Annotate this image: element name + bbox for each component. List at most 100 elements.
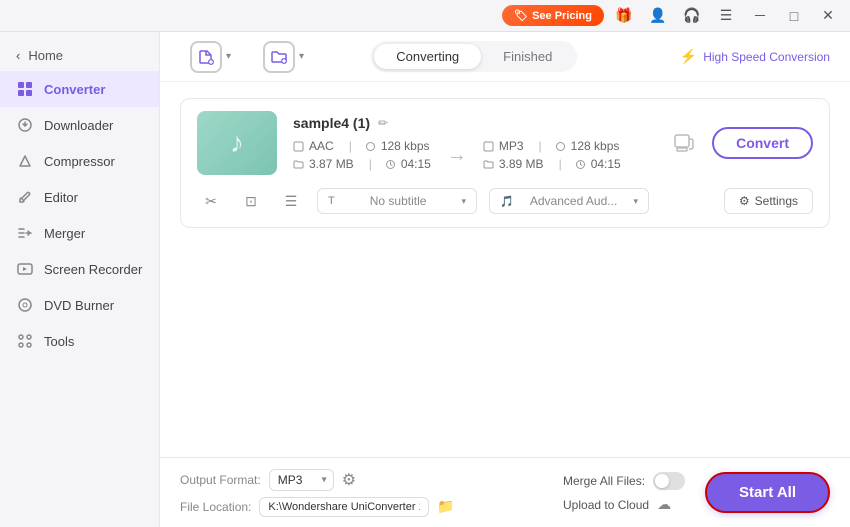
bottom-right: Merge All Files: Upload to Cloud ☁ <box>563 472 685 513</box>
user-icon-button[interactable]: 👤 <box>644 2 672 30</box>
sidebar-item-editor[interactable]: Editor <box>0 179 159 215</box>
file-area: ♪ sample4 (1) ✏ AAC | <box>160 82 850 457</box>
source-meta: AAC | 128 kbps 3.87 MB | <box>293 139 431 171</box>
tab-finished[interactable]: Finished <box>481 44 574 69</box>
output-format-select-wrap: MP3 AAC WAV FLAC MP4 <box>269 469 334 491</box>
sidebar-item-tools[interactable]: Tools <box>0 323 159 359</box>
add-file-button[interactable]: ▾ <box>180 35 241 79</box>
tools-icon <box>16 332 34 350</box>
file-top: ♪ sample4 (1) ✏ AAC | <box>197 111 813 175</box>
sidebar: ‹ Home Converter Downloader Compressor <box>0 32 160 527</box>
converter-icon <box>16 80 34 98</box>
downloader-icon <box>16 116 34 134</box>
compressor-icon <box>16 152 34 170</box>
tag-icon: 🏷 <box>514 9 528 22</box>
audio-select[interactable]: 🎵 Advanced Aud... ▾ <box>489 188 649 214</box>
add-file-dropdown-icon: ▾ <box>226 51 231 62</box>
subtitle-label-icon: T <box>328 195 335 207</box>
output-format-select[interactable]: MP3 AAC WAV FLAC MP4 <box>269 469 334 491</box>
dst-clock-icon <box>575 159 586 170</box>
cloud-upload-icon[interactable]: ☁ <box>657 496 671 513</box>
file-bottom: ✂ ⊡ ☰ T No subtitle ▾ 🎵 Advanced Aud... … <box>197 187 813 215</box>
speed-info: ⚡ High Speed Conversion <box>680 48 830 65</box>
audio-wave-icon: 🎵 <box>500 195 514 208</box>
add-folder-dropdown-icon: ▾ <box>299 51 304 62</box>
crop-icon[interactable]: ⊡ <box>237 187 265 215</box>
file-card: ♪ sample4 (1) ✏ AAC | <box>180 98 830 228</box>
folder-icon <box>293 159 304 170</box>
file-name: sample4 (1) <box>293 115 370 131</box>
audio-dropdown-icon: ▾ <box>633 196 638 207</box>
sidebar-item-screen-recorder[interactable]: Screen Recorder <box>0 251 159 287</box>
sidebar-home[interactable]: ‹ Home <box>0 40 159 71</box>
subtitle-dropdown-icon: ▾ <box>461 196 466 207</box>
screen-recorder-icon <box>16 260 34 278</box>
settings-gear-icon: ⚙ <box>739 194 750 208</box>
device-export-icon[interactable] <box>668 127 700 159</box>
content-area: ▾ ▾ Converting Finished ⚡ High Speed Con… <box>160 32 850 527</box>
lightning-icon: ⚡ <box>680 48 697 65</box>
merge-toggle[interactable] <box>653 472 685 490</box>
file-icon <box>293 141 304 152</box>
output-format-settings-icon[interactable]: ⚙ <box>342 470 356 490</box>
dst-bitrate-icon <box>555 141 566 152</box>
sidebar-item-downloader[interactable]: Downloader <box>0 107 159 143</box>
arrow-icon: → <box>447 144 467 167</box>
dst-size-row: 3.89 MB | 04:15 <box>483 157 621 171</box>
edit-filename-icon[interactable]: ✏ <box>378 116 388 130</box>
subtitle-select[interactable]: T No subtitle ▾ <box>317 188 477 214</box>
convert-actions: Convert <box>668 127 813 159</box>
bottom-bar: Output Format: MP3 AAC WAV FLAC MP4 ⚙ Fi… <box>160 457 850 527</box>
src-format-row: AAC | 128 kbps <box>293 139 431 153</box>
scissors-icon[interactable]: ✂ <box>197 187 225 215</box>
close-button[interactable]: ✕ <box>814 2 842 30</box>
browse-folder-icon[interactable]: 📁 <box>437 498 454 515</box>
file-name-row: sample4 (1) ✏ <box>293 115 652 131</box>
merger-icon <box>16 224 34 242</box>
clock-icon <box>385 159 396 170</box>
topbar: ▾ ▾ Converting Finished ⚡ High Speed Con… <box>160 32 850 82</box>
add-folder-button[interactable]: ▾ <box>253 35 314 79</box>
convert-button[interactable]: Convert <box>712 127 813 159</box>
more-options-icon[interactable]: ☰ <box>277 187 305 215</box>
headset-icon-button[interactable]: 🎧 <box>678 2 706 30</box>
music-icon: ♪ <box>230 127 244 159</box>
bottom-left: Output Format: MP3 AAC WAV FLAC MP4 ⚙ Fi… <box>180 469 543 517</box>
menu-button[interactable]: ☰ <box>712 2 740 30</box>
file-thumbnail: ♪ <box>197 111 277 175</box>
dest-meta: MP3 | 128 kbps 3.89 MB | <box>483 139 621 171</box>
src-size-row: 3.87 MB | 04:15 <box>293 157 431 171</box>
file-info: sample4 (1) ✏ AAC | 128 kbps <box>293 115 652 171</box>
titlebar-controls: 🏷 See Pricing 🎁 👤 🎧 ☰ － □ ✕ <box>502 2 842 30</box>
merge-row: Merge All Files: <box>563 472 685 490</box>
settings-button[interactable]: ⚙ Settings <box>724 188 813 214</box>
toggle-knob <box>655 474 669 488</box>
dst-folder-icon <box>483 159 494 170</box>
sidebar-item-dvd-burner[interactable]: DVD Burner <box>0 287 159 323</box>
sidebar-item-merger[interactable]: Merger <box>0 215 159 251</box>
sidebar-item-converter[interactable]: Converter <box>0 71 159 107</box>
file-meta: AAC | 128 kbps 3.87 MB | <box>293 139 652 171</box>
output-format-row: Output Format: MP3 AAC WAV FLAC MP4 ⚙ <box>180 469 543 491</box>
file-location-input[interactable] <box>259 497 429 517</box>
add-folder-icon <box>263 41 295 73</box>
minimize-button[interactable]: － <box>746 2 774 30</box>
tab-group: Converting Finished <box>371 41 577 72</box>
back-icon: ‹ <box>16 48 20 63</box>
bitrate-icon <box>365 141 376 152</box>
add-file-icon <box>190 41 222 73</box>
dst-format-row: MP3 | 128 kbps <box>483 139 621 153</box>
titlebar: 🏷 See Pricing 🎁 👤 🎧 ☰ － □ ✕ <box>0 0 850 32</box>
see-pricing-button[interactable]: 🏷 See Pricing <box>502 5 604 26</box>
dvd-burner-icon <box>16 296 34 314</box>
editor-icon <box>16 188 34 206</box>
main-layout: ‹ Home Converter Downloader Compressor <box>0 32 850 527</box>
maximize-button[interactable]: □ <box>780 2 808 30</box>
dst-file-icon <box>483 141 494 152</box>
tab-converting[interactable]: Converting <box>374 44 481 69</box>
file-location-row: File Location: 📁 <box>180 497 543 517</box>
sidebar-item-compressor[interactable]: Compressor <box>0 143 159 179</box>
upload-row: Upload to Cloud ☁ <box>563 496 671 513</box>
start-all-button[interactable]: Start All <box>705 472 830 513</box>
gift-icon-button[interactable]: 🎁 <box>610 2 638 30</box>
